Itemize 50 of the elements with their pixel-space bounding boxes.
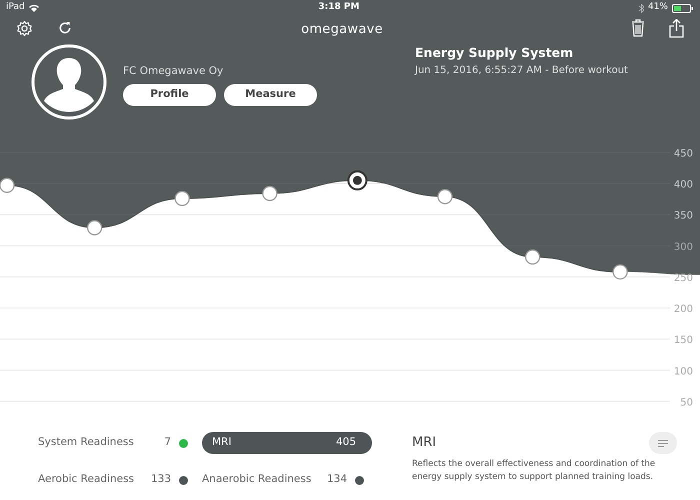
menu-button[interactable] [649, 432, 677, 454]
axis-tick-label: 300 [674, 242, 693, 253]
metric-value: 405 [336, 435, 356, 450]
data-point[interactable] [262, 186, 278, 202]
report-title: Energy Supply System [415, 44, 574, 62]
axis-tick-label: 250 [674, 272, 693, 284]
axis-tick-label: 400 [674, 180, 693, 191]
axis-tick-label: 50 [680, 397, 693, 408]
data-point[interactable] [174, 190, 190, 206]
selected-data-point[interactable] [347, 170, 368, 190]
metric-label: System Readiness [38, 435, 135, 450]
metric-label: Anaerobic Readiness [202, 472, 312, 488]
battery-percent: 41% [648, 1, 668, 14]
metric-value: 134 [326, 472, 347, 488]
metric-row[interactable]: MRI 405 [202, 432, 372, 454]
device-name: iPad [6, 1, 25, 14]
trash-icon[interactable] [631, 19, 645, 37]
metric-value: 7 [164, 435, 171, 450]
bluetooth-icon [638, 4, 644, 12]
refresh-icon[interactable] [57, 20, 73, 36]
data-point[interactable] [87, 220, 102, 236]
data-point[interactable] [437, 189, 453, 204]
metric-label: Aerobic Readiness [38, 472, 136, 488]
axis-tick-label: 150 [674, 335, 693, 346]
metric-value: 133 [150, 472, 171, 488]
detail-title: MRI [412, 434, 436, 452]
data-point[interactable] [612, 264, 628, 280]
metric-row[interactable]: Anaerobic Readiness 134 [202, 469, 372, 491]
metric-row[interactable]: System Readiness 7 [38, 432, 196, 454]
axis-tick-label: 100 [674, 366, 693, 378]
measure-button[interactable]: Measure [224, 84, 317, 106]
wifi-icon [28, 4, 39, 12]
axis-tick-label: 350 [674, 210, 693, 222]
profile-button[interactable]: Profile [123, 84, 216, 106]
menu-icon [658, 440, 668, 446]
status-time: 3:18 PM [318, 1, 360, 14]
axis-tick-label: 200 [674, 304, 693, 316]
team-name: FC Omegawave Oy [123, 64, 224, 79]
data-point[interactable] [0, 178, 15, 193]
metric-row[interactable]: Aerobic Readiness 133 [38, 469, 196, 491]
detail-description: Reflects the overall effectiveness and coordination of the energy supply system to support planned training loads. [412, 458, 656, 484]
app-logo: omegawave [301, 22, 383, 37]
axis-tick-label: 450 [674, 148, 693, 160]
metric-label: MRI [212, 435, 232, 450]
avatar-icon [31, 44, 107, 120]
report-date: Jun 15, 2016, 6:55:27 AM - Before workout [415, 64, 628, 78]
data-point[interactable] [525, 249, 540, 265]
battery-icon [672, 4, 694, 12]
settings-icon[interactable] [16, 20, 33, 36]
share-icon[interactable] [669, 18, 684, 38]
